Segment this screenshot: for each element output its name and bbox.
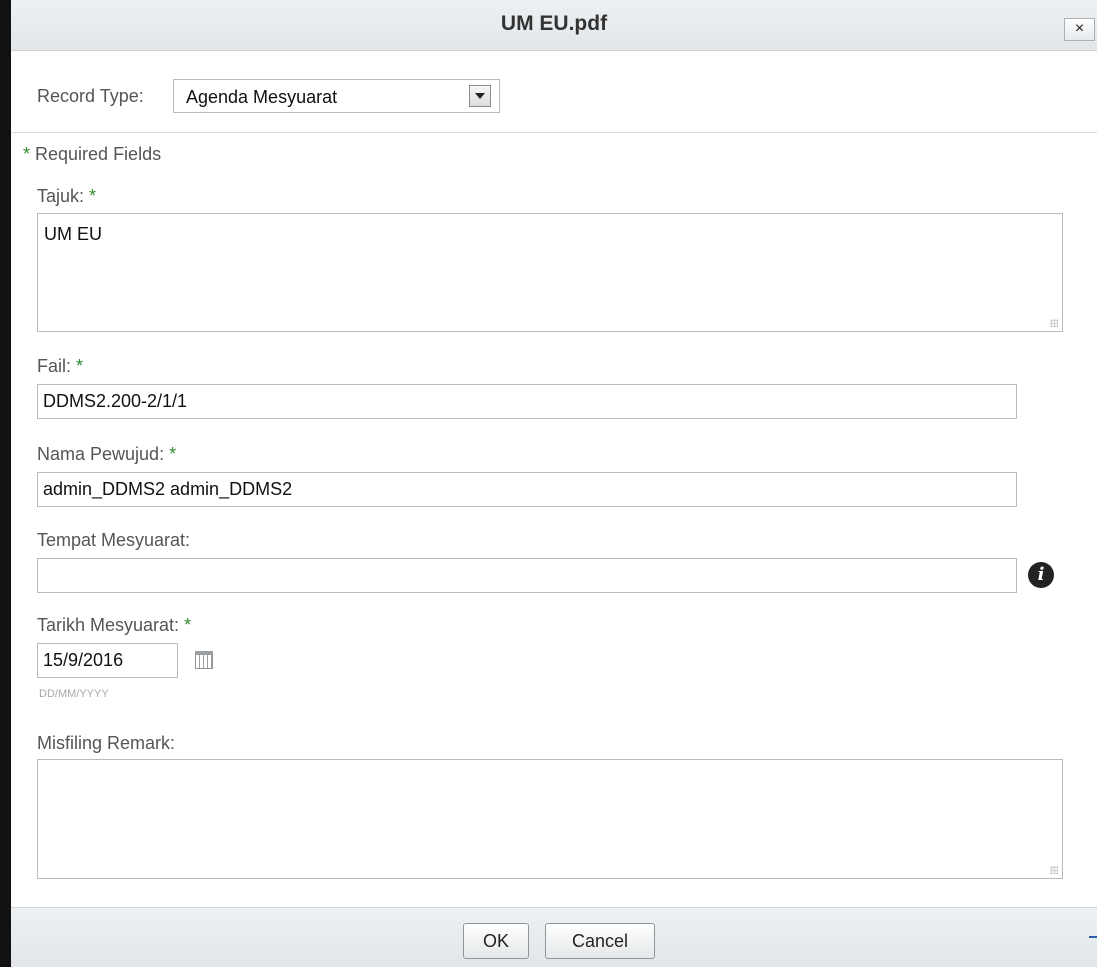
tarikh-mesyuarat-input[interactable]: 15/9/2016 bbox=[37, 643, 178, 678]
required-star: * bbox=[76, 356, 84, 376]
required-star: * bbox=[23, 144, 31, 164]
required-star: * bbox=[89, 186, 97, 206]
date-format-hint: DD/MM/YYYY bbox=[39, 688, 109, 700]
dialog: UM EU.pdf × Record Type: Agenda Mesyuara… bbox=[0, 0, 1097, 967]
required-star: * bbox=[184, 615, 192, 635]
footer-indicator bbox=[1089, 936, 1097, 938]
tempat-mesyuarat-label: Tempat Mesyuarat: bbox=[37, 530, 191, 550]
record-type-value: Agenda Mesyuarat bbox=[186, 87, 338, 107]
record-type-row: Record Type: Agenda Mesyuarat bbox=[11, 50, 1097, 133]
close-icon: × bbox=[1074, 20, 1085, 37]
tajuk-textarea[interactable]: UM EU bbox=[37, 213, 1063, 332]
record-type-label: Record Type: bbox=[37, 86, 144, 106]
tarikh-mesyuarat-value: 15/9/2016 bbox=[43, 650, 124, 670]
misfiling-remark-label: Misfiling Remark: bbox=[37, 733, 176, 753]
tajuk-value: UM EU bbox=[44, 224, 102, 244]
record-type-select[interactable]: Agenda Mesyuarat bbox=[173, 79, 500, 113]
required-fields-note: * Required Fields bbox=[23, 144, 161, 165]
close-button[interactable]: × bbox=[1064, 18, 1095, 41]
resize-grip-icon[interactable] bbox=[1050, 866, 1058, 874]
dialog-title: UM EU.pdf bbox=[500, 12, 608, 35]
fail-input[interactable]: DDMS2.200-2/1/1 bbox=[37, 384, 1017, 419]
dialog-footer: OK Cancel bbox=[11, 907, 1097, 967]
nama-pewujud-input[interactable]: admin_DDMS2 admin_DDMS2 bbox=[37, 472, 1017, 507]
fail-value: DDMS2.200-2/1/1 bbox=[43, 391, 188, 411]
tarikh-mesyuarat-label: Tarikh Mesyuarat: * bbox=[37, 615, 192, 635]
info-icon[interactable]: i bbox=[1028, 562, 1054, 588]
dialog-titlebar: UM EU.pdf × bbox=[11, 0, 1097, 51]
chevron-down-icon[interactable] bbox=[469, 85, 491, 107]
misfiling-remark-textarea[interactable] bbox=[37, 759, 1063, 879]
required-star: * bbox=[169, 444, 177, 464]
fail-label: Fail: * bbox=[37, 356, 84, 376]
tajuk-label: Tajuk: * bbox=[37, 186, 97, 206]
resize-grip-icon[interactable] bbox=[1050, 319, 1058, 327]
ok-button[interactable]: OK bbox=[463, 923, 529, 959]
required-fields-text: Required Fields bbox=[30, 144, 162, 164]
calendar-icon[interactable] bbox=[195, 651, 213, 669]
nama-pewujud-value: admin_DDMS2 admin_DDMS2 bbox=[43, 479, 293, 499]
cancel-button[interactable]: Cancel bbox=[545, 923, 655, 959]
nama-pewujud-label: Nama Pewujud: * bbox=[37, 444, 177, 464]
tempat-mesyuarat-input[interactable] bbox=[37, 558, 1017, 593]
